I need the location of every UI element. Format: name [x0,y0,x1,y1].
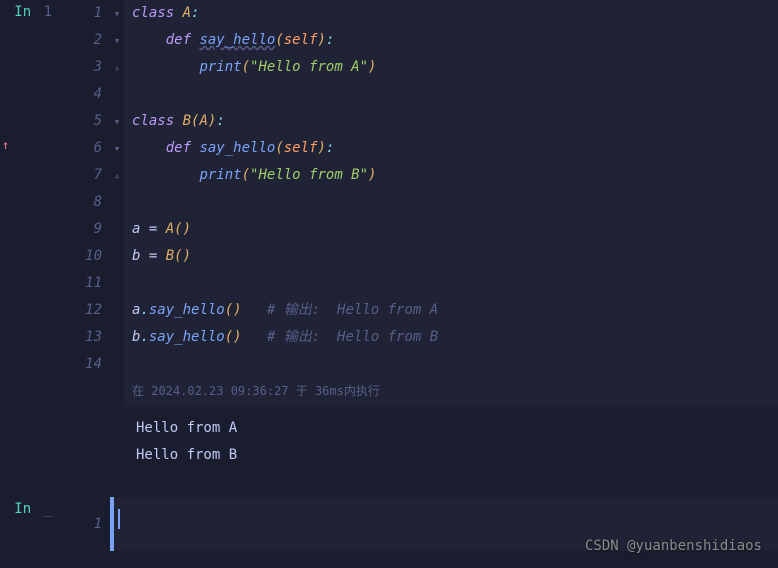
code-line: b = B() [132,243,770,270]
line-number[interactable]: 4 [60,81,102,108]
line-number[interactable]: 13 [60,324,102,351]
prompt-in-label: In [14,501,31,517]
line-number[interactable]: 11 [60,270,102,297]
code-line [132,351,770,378]
code-line: def say_hello(self): [132,135,770,162]
line-number[interactable]: 1 [60,497,102,551]
code-line [132,270,770,297]
fold-icon[interactable] [110,243,124,270]
line-number[interactable]: 12 [60,297,102,324]
fold-icon[interactable]: ▾ [110,135,124,162]
code-line [132,189,770,216]
output-area: Hello from A Hello from B [0,407,778,485]
code-line [132,81,770,108]
output-line: Hello from A [0,415,778,442]
prompt-cell-num: 1 [44,4,52,20]
watermark: CSDN @yuanbenshidiaos [585,538,762,554]
code-line: b.say_hello() # 输出: Hello from B [132,324,770,351]
fold-icon[interactable] [110,81,124,108]
output-line: Hello from B [0,442,778,469]
line-number[interactable]: 1 [60,0,102,27]
fold-icon[interactable]: ▾ [110,27,124,54]
fold-icon[interactable] [110,297,124,324]
code-line: print("Hello from B") [132,162,770,189]
code-cell-1: In 1 1 2 3 4 5 6 7 8 9 10 11 12 13 14 ▾ … [0,0,778,407]
execution-status: 在 2024.02.23 09:36:27 于 36ms内执行 [132,378,770,407]
code-line: class B(A): [132,108,770,135]
line-number[interactable]: 14 [60,351,102,378]
code-line: a.say_hello() # 输出: Hello from A [132,297,770,324]
fold-icon[interactable] [110,324,124,351]
fold-column: ▾ ▾ ▵ ▾ ▾ ▵ [110,0,124,378]
line-number[interactable]: 8 [60,189,102,216]
line-number[interactable]: 5 [60,108,102,135]
fold-icon[interactable]: ▾ [110,0,124,27]
override-arrow-icon[interactable]: ↑ [2,138,9,152]
fold-icon[interactable] [110,189,124,216]
line-gutter: 1 2 3 4 5 6 7 8 9 10 11 12 13 14 [60,0,110,378]
fold-icon[interactable]: ▵ [110,162,124,189]
prompt: In 1 [0,0,60,24]
line-number[interactable]: 6 [60,135,102,162]
code-editor[interactable]: class A: def say_hello(self): print("Hel… [124,0,778,407]
line-number[interactable]: 7 [60,162,102,189]
code-line: def say_hello(self): [132,27,770,54]
code-line: a = A() [132,216,770,243]
fold-icon[interactable] [110,270,124,297]
line-number[interactable]: 9 [60,216,102,243]
line-gutter: 1 [60,497,110,551]
line-number[interactable]: 10 [60,243,102,270]
fold-icon[interactable]: ▾ [110,108,124,135]
code-line: class A: [132,0,770,27]
code-line: print("Hello from A") [132,54,770,81]
prompt-in-label: In [14,4,31,20]
text-cursor [118,509,120,529]
fold-icon[interactable] [110,216,124,243]
prompt: In _ [0,497,60,521]
line-number[interactable]: 3 [60,54,102,81]
prompt-cell-num: _ [44,501,52,517]
fold-icon[interactable]: ▵ [110,54,124,81]
fold-icon[interactable] [110,351,124,378]
line-number[interactable]: 2 [60,27,102,54]
